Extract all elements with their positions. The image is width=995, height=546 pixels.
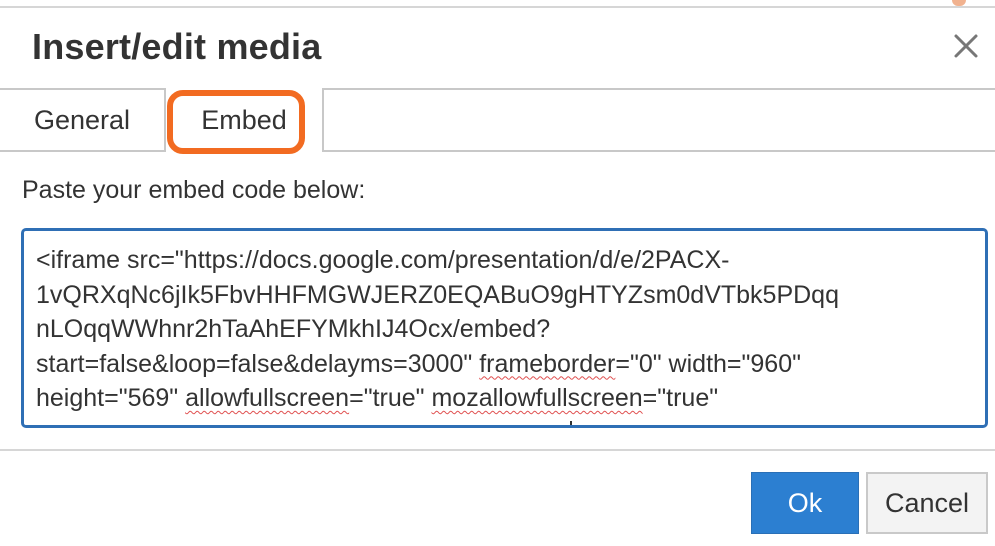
embed-line-2: 1vQRXqNc6jIk5FbvHHFMGWJERZ0EQABuO9gHTYZs… (36, 280, 839, 309)
text-caret (570, 421, 572, 425)
embed-code-text: <iframe src="https://docs.google.com/pre… (36, 243, 976, 416)
footer-divider (0, 449, 995, 451)
cancel-button[interactable]: Cancel (866, 472, 988, 534)
embed-line-5-end: ="true" (642, 384, 719, 412)
insert-edit-media-dialog: Insert/edit media General Embed Paste yo… (0, 0, 995, 546)
tab-general-label: General (33, 104, 131, 135)
tab-embed-label: Embed (201, 104, 287, 135)
spellcheck-word-frameborder: frameborder (479, 349, 616, 378)
embed-line-4-end: ="0" width="960" (615, 349, 801, 378)
embed-instruction-label: Paste your embed code below: (22, 176, 366, 204)
dialog-title: Insert/edit media (32, 26, 322, 67)
close-icon[interactable] (948, 28, 984, 64)
ok-button[interactable]: Ok (751, 472, 859, 534)
embed-line-1: <iframe src="https://docs.google.com/pre… (36, 246, 730, 274)
spellcheck-word-mozallowfullscreen: mozallowfullscreen (431, 384, 643, 412)
close-button[interactable] (948, 28, 984, 64)
embed-line-5-start: height="569" (36, 384, 186, 412)
dialog-header: Insert/edit media (0, 8, 995, 88)
embed-line-4-start: start=false&loop=false&delayms=3000" (36, 349, 480, 378)
embed-line-5-mid: ="true" (349, 384, 432, 412)
active-tab-connector (166, 150, 322, 152)
tab-embed[interactable]: Embed (166, 88, 324, 152)
embed-code-textarea[interactable]: <iframe src="https://docs.google.com/pre… (21, 228, 988, 428)
tab-general[interactable]: General (0, 88, 166, 152)
tab-bar: General Embed (0, 88, 995, 152)
embed-line-3: nLOqqWWhnr2hTaAhEFYMkhIJ4Ocx/embed? (36, 315, 551, 343)
spellcheck-word-allowfullscreen: allowfullscreen (185, 384, 350, 412)
